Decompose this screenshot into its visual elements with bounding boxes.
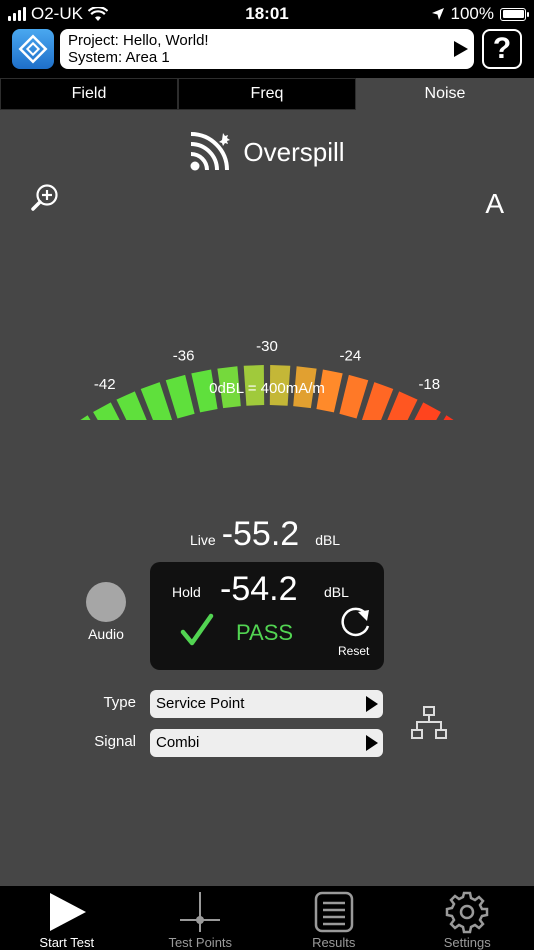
- tab-test-points-label: Test Points: [168, 935, 233, 950]
- bottom-tab-bar: Start Test Test Points Results Settings: [0, 886, 534, 950]
- gauge-tick-label: -18: [418, 376, 440, 393]
- play-arrow-icon: [366, 735, 378, 751]
- reset-icon[interactable]: [336, 602, 374, 640]
- hold-unit: dBL: [324, 584, 349, 600]
- main-panel: Overspill A -60-54-48-42-36-30-24-18-12-…: [0, 110, 534, 886]
- tab-results[interactable]: Results: [267, 886, 401, 950]
- live-readout: Live -55.2 dBL: [190, 515, 340, 554]
- network-icon[interactable]: [410, 706, 448, 740]
- type-row: Type Service Point: [0, 690, 534, 718]
- battery-icon: [500, 7, 529, 21]
- reset-label[interactable]: Reset: [338, 644, 369, 658]
- meter-title-row: Overspill: [0, 130, 534, 174]
- live-unit: dBL: [315, 532, 341, 548]
- live-value: -55.2: [221, 515, 300, 553]
- signal-selector[interactable]: Combi: [150, 729, 383, 757]
- play-icon: [49, 893, 86, 931]
- app-header: Project: Hello, World! System: Area 1 ?: [0, 28, 534, 74]
- level-gauge: -60-54-48-42-36-30-24-18-12-600dBL = 400…: [80, 338, 454, 420]
- type-selector[interactable]: Service Point: [150, 690, 383, 718]
- type-value: Service Point: [156, 695, 245, 712]
- meter-title: Overspill: [243, 136, 345, 167]
- antenna-signal-icon: [190, 132, 231, 171]
- tab-results-label: Results: [312, 935, 356, 950]
- crosshair-icon: [180, 892, 221, 932]
- tab-start-test-label: Start Test: [39, 935, 95, 950]
- mode-tabs: Field Freq Noise: [0, 78, 534, 110]
- gear-icon: [446, 891, 489, 934]
- gauge-tick-label: -24: [340, 348, 362, 365]
- weighting-label[interactable]: A: [485, 188, 504, 220]
- signal-value: Combi: [156, 734, 200, 751]
- tab-start-test[interactable]: Start Test: [0, 886, 134, 950]
- live-label: Live: [190, 532, 216, 548]
- gauge-segment: [361, 382, 394, 420]
- reference-note: 0dBL = 400mA/m: [209, 380, 325, 397]
- play-arrow-icon: [454, 41, 468, 57]
- hold-label: Hold: [172, 584, 201, 600]
- gauge-tick-label: -30: [256, 338, 278, 355]
- hold-panel: Hold -54.2 dBL PASS Reset: [150, 562, 384, 670]
- tab-freq[interactable]: Freq: [178, 78, 356, 110]
- gauge-segment: [339, 374, 369, 419]
- type-label: Type: [103, 694, 136, 711]
- status-right: 100%: [431, 4, 529, 24]
- signal-row: Signal Combi: [0, 729, 534, 757]
- project-line: Project: Hello, World!: [68, 32, 209, 49]
- tab-test-points[interactable]: Test Points: [134, 886, 268, 950]
- signal-label: Signal: [94, 733, 136, 750]
- zoom-in-icon[interactable]: [30, 182, 60, 212]
- tab-settings-label: Settings: [443, 935, 491, 950]
- gauge-tick-label: -42: [94, 376, 116, 393]
- tab-field[interactable]: Field: [0, 78, 178, 110]
- system-line: System: Area 1: [68, 49, 170, 66]
- tab-noise[interactable]: Noise: [356, 78, 534, 110]
- play-arrow-icon: [366, 696, 378, 712]
- app-logo-icon[interactable]: [12, 29, 54, 69]
- tab-settings[interactable]: Settings: [401, 886, 534, 950]
- audio-toggle[interactable]: Audio: [86, 582, 126, 642]
- gauge-segment: [165, 374, 195, 419]
- audio-indicator[interactable]: [86, 582, 126, 622]
- gauge-segment: [140, 382, 173, 420]
- gauge-tick-label: -36: [173, 348, 195, 365]
- result-status: PASS: [236, 620, 294, 645]
- battery-percent: 100%: [450, 4, 494, 23]
- status-bar: O2-UK 18:01 100%: [0, 0, 534, 28]
- hold-value: -54.2: [220, 570, 298, 608]
- help-button[interactable]: ?: [482, 29, 522, 69]
- audio-label: Audio: [88, 626, 124, 642]
- location-arrow-icon: [431, 8, 444, 20]
- project-selector[interactable]: Project: Hello, World! System: Area 1: [60, 29, 474, 69]
- list-icon: [314, 891, 353, 933]
- checkmark-icon: [180, 613, 214, 646]
